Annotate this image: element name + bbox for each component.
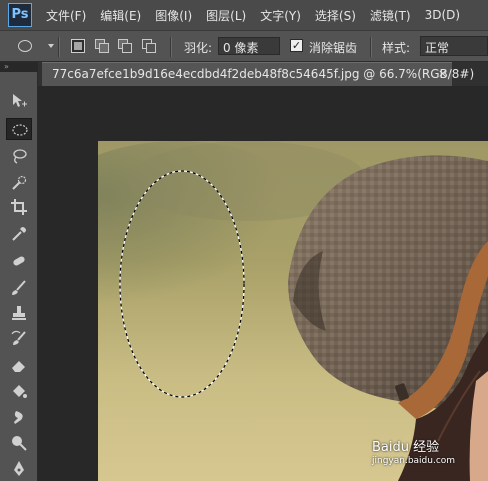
quick-selection-tool[interactable] — [6, 172, 32, 194]
intersect-selection-button[interactable] — [142, 39, 156, 53]
close-icon[interactable]: × — [438, 67, 447, 80]
pen-icon — [14, 461, 24, 476]
document-tab[interactable]: 77c6a7efce1b9d16e4ecdbd4f2deb48f8c54645f… — [42, 62, 474, 86]
menu-select[interactable]: 选择(S) — [315, 7, 356, 24]
elliptical-marquee-icon — [18, 40, 32, 52]
intersect-selection-icon-part — [146, 43, 156, 53]
elliptical-marquee-tool[interactable] — [6, 118, 32, 140]
blur-tool[interactable] — [6, 406, 32, 428]
divider — [170, 37, 172, 57]
lasso-tool[interactable] — [6, 145, 32, 167]
history-brush-tool[interactable] — [6, 328, 32, 350]
new-selection-icon — [74, 42, 82, 50]
bandage-icon — [13, 256, 25, 266]
canvas-workspace[interactable] — [38, 86, 488, 481]
crop-icon — [11, 199, 27, 215]
divider — [370, 37, 372, 57]
dodge-tool[interactable] — [6, 432, 32, 454]
elliptical-marquee-icon — [12, 124, 28, 136]
toolbox — [0, 72, 38, 481]
history-brush-icon — [11, 330, 26, 345]
lasso-icon — [13, 149, 27, 164]
subtract-selection-icon-part — [122, 43, 132, 53]
photoshop-logo: Ps — [8, 3, 32, 27]
move-tool[interactable] — [6, 90, 32, 112]
pen-tool[interactable] — [6, 458, 32, 480]
toolbox-collapse-button[interactable]: » — [0, 62, 38, 72]
menu-layer[interactable]: 图层(L) — [206, 7, 246, 24]
style-select[interactable]: 正常 — [420, 36, 488, 56]
menu-type[interactable]: 文字(Y) — [260, 7, 301, 24]
chevron-down-icon[interactable] — [48, 44, 54, 48]
baidu-watermark: Baidu 经验 — [372, 440, 440, 455]
menu-bar: Ps 文件(F) 编辑(E) 图像(I) 图层(L) 文字(Y) 选择(S) 滤… — [0, 0, 488, 30]
add-to-selection-button[interactable] — [95, 39, 109, 53]
brush-icon — [12, 280, 26, 295]
paint-bucket-icon — [13, 385, 27, 398]
add-selection-icon-part — [99, 43, 109, 53]
baidu-watermark-url: jingyan.baidu.com — [372, 456, 456, 466]
feather-label: 羽化: — [184, 41, 213, 55]
brush-tool[interactable] — [6, 277, 32, 299]
new-selection-button[interactable] — [71, 39, 85, 53]
stamp-icon — [12, 306, 26, 320]
eyedropper-icon — [12, 227, 26, 241]
eyedropper-tool[interactable] — [6, 223, 32, 245]
menu-3d[interactable]: 3D(D) — [425, 8, 460, 22]
divider — [58, 37, 60, 57]
crop-tool[interactable] — [6, 196, 32, 218]
antialias-label: 消除锯齿 — [309, 41, 358, 55]
feather-input[interactable]: 0 像素 — [218, 37, 280, 55]
style-label: 样式: — [382, 41, 411, 55]
eraser-tool[interactable] — [6, 354, 32, 376]
dodge-icon — [12, 436, 27, 451]
blur-drop-icon — [14, 411, 23, 424]
menu-items: 文件(F) 编辑(E) 图像(I) 图层(L) 文字(Y) 选择(S) 滤镜(T… — [46, 0, 460, 30]
clone-stamp-tool[interactable] — [6, 302, 32, 324]
quick-selection-icon — [12, 175, 27, 190]
paint-bucket-tool[interactable] — [6, 380, 32, 402]
menu-file[interactable]: 文件(F) — [46, 7, 86, 24]
tool-preset-picker[interactable] — [16, 38, 36, 54]
menu-image[interactable]: 图像(I) — [155, 7, 192, 24]
move-icon — [13, 94, 27, 107]
menu-filter[interactable]: 滤镜(T) — [370, 7, 411, 24]
menu-edit[interactable]: 编辑(E) — [100, 7, 141, 24]
spot-healing-brush-tool[interactable] — [6, 250, 32, 272]
subtract-from-selection-button[interactable] — [118, 39, 132, 53]
eraser-icon — [12, 361, 25, 372]
document-tab-bar: 77c6a7efce1b9d16e4ecdbd4f2deb48f8c54645f… — [38, 62, 488, 86]
document-canvas-image[interactable] — [98, 141, 488, 481]
document-tab-title: 77c6a7efce1b9d16e4ecdbd4f2deb48f8c54645f… — [52, 67, 475, 81]
antialias-checkbox[interactable]: ✓ — [290, 39, 303, 52]
options-bar: 羽化: 0 像素 ✓ 消除锯齿 样式: 正常 — [0, 30, 488, 62]
